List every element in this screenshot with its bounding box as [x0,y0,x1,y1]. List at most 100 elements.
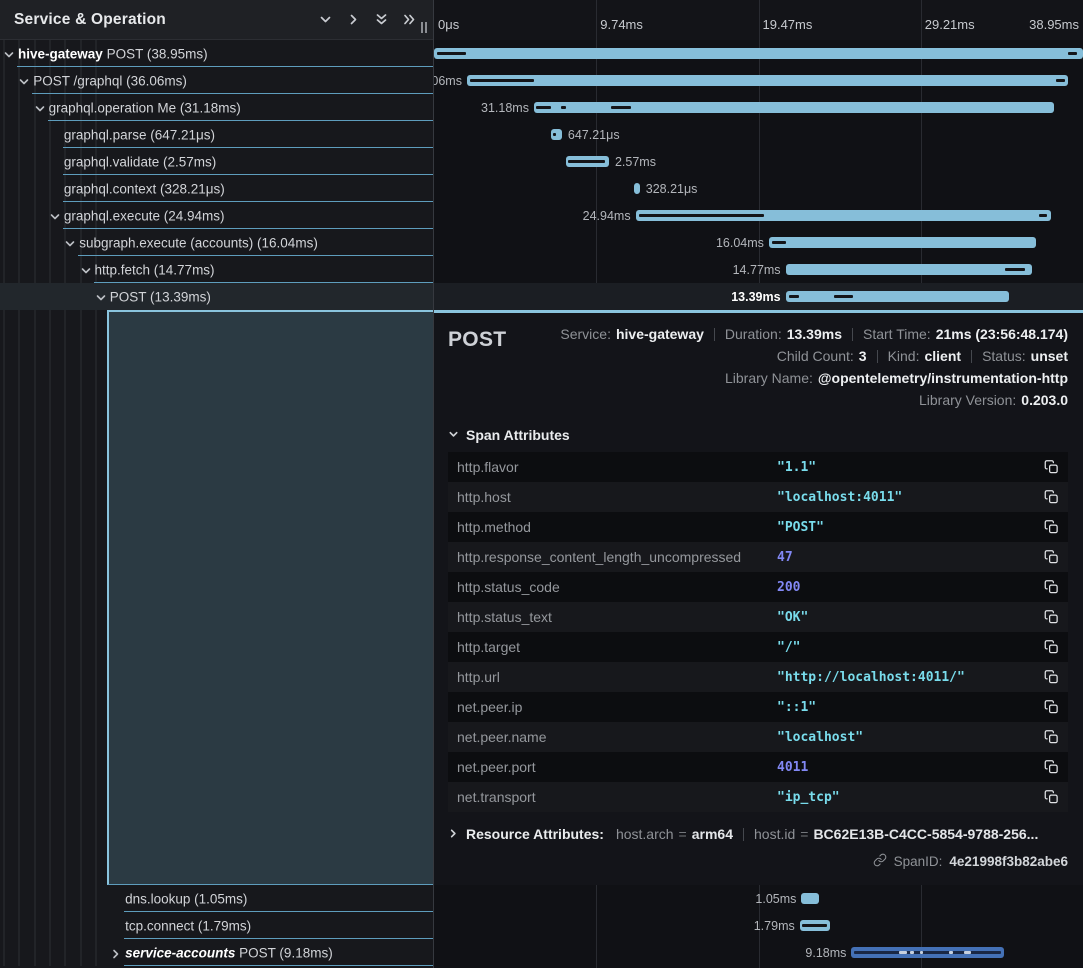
copy-icon[interactable] [1044,579,1059,595]
span-row-name[interactable]: graphql.operation Me (31.18ms) [0,94,433,121]
span-duration-bar[interactable] [800,920,830,931]
span-row-waterfall[interactable]: 31.18ms [434,94,1083,121]
copy-icon[interactable] [1044,609,1059,625]
span-duration-bar[interactable] [801,893,818,904]
resource-attributes-row[interactable]: Resource Attributes: host.arch=arm64host… [448,826,1068,842]
collapse-chevron-icon[interactable] [95,291,107,303]
span-row-label: http.fetch (14.77ms) [95,262,215,277]
span-row-label: graphql.operation Me (31.18ms) [49,100,241,115]
span-duration-bar[interactable] [636,210,1052,221]
span-row-name[interactable]: service-accounts POST (9.18ms) [0,939,433,966]
meta-label: Child Count: [777,345,854,367]
self-time-mark [568,160,605,163]
copy-icon[interactable] [1044,459,1059,475]
attribute-row: net.transport"ip_tcp" [448,782,1068,812]
span-row-name[interactable]: hive-gateway POST (38.95ms) [0,40,433,67]
attribute-row: http.response_content_length_uncompresse… [448,542,1068,572]
span-row-label: tcp.connect (1.79ms) [125,918,251,933]
chevron-down-icon[interactable] [318,12,333,27]
copy-icon[interactable] [1044,519,1059,535]
span-duration-bar[interactable] [769,237,1036,248]
attribute-key: net.transport [457,789,777,805]
meta-value: hive-gateway [616,323,704,345]
service-name: hive-gateway [18,46,103,61]
copy-icon[interactable] [1044,699,1059,715]
span-row-name[interactable]: POST (13.39ms) [0,283,433,310]
copy-icon[interactable] [1044,549,1059,565]
column-resize-handle[interactable] [421,22,427,33]
service-name: service-accounts [125,945,235,960]
chevron-right-icon [448,826,459,842]
span-duration-bar[interactable] [786,264,1032,275]
expand-chevron-icon[interactable] [110,947,122,959]
attribute-value: "1.1" [777,460,816,475]
self-time-mark [802,924,827,927]
collapse-chevron-icon[interactable] [64,237,76,249]
span-detail-meta: Service:hive-gatewayDuration:13.39msStar… [560,323,1068,411]
span-id-label: SpanID: [894,854,943,869]
attribute-row: http.url"http://localhost:4011/" [448,662,1068,692]
span-row-waterfall[interactable]: 13.39ms [434,283,1083,310]
span-duration-bar[interactable] [634,183,639,194]
span-row-waterfall[interactable]: 14.77ms [434,256,1083,283]
copy-icon[interactable] [1044,669,1059,685]
meta-value: 3 [859,345,867,367]
span-duration-bar[interactable] [566,156,609,167]
meta-label: Service: [560,323,611,345]
meta-label: Duration: [725,323,782,345]
collapse-chevron-icon[interactable] [3,48,15,60]
span-duration-bar[interactable] [534,102,1054,113]
span-row-name[interactable]: POST /graphql (36.06ms) [0,67,433,94]
span-row-waterfall[interactable]: 9.18ms [434,939,1083,966]
span-row-waterfall[interactable]: 38.95ms [434,40,1083,67]
span-row-waterfall[interactable]: 24.94ms [434,202,1083,229]
span-duration-bar[interactable] [551,129,562,140]
span-row-name[interactable]: graphql.parse (647.21μs) [0,121,433,148]
span-duration-bar[interactable] [467,75,1068,86]
chevrons-down-icon[interactable] [374,12,389,27]
copy-icon[interactable] [1044,759,1059,775]
row-underline [124,965,433,966]
span-row-waterfall[interactable]: 2.57ms [434,148,1083,175]
span-row-waterfall[interactable]: 647.21μs [434,121,1083,148]
span-row-name[interactable]: graphql.validate (2.57ms) [0,148,433,175]
column-divider[interactable] [433,0,434,968]
self-time-mark [1039,214,1047,217]
bar-duration-label: 36.06ms [434,74,462,88]
span-attributes-toggle[interactable]: Span Attributes [448,427,1068,443]
meta-value: @opentelemetry/instrumentation-http [818,367,1068,389]
span-row-name[interactable]: subgraph.execute (accounts) (16.04ms) [0,229,433,256]
resource-attributes-preview: host.arch=arm64host.id=BC62E13B-C4CC-585… [616,826,1038,842]
attribute-row: http.status_code200 [448,572,1068,602]
span-duration-bar[interactable] [434,48,1083,59]
span-row-waterfall[interactable]: 16.04ms [434,229,1083,256]
collapse-chevron-icon[interactable] [18,75,30,87]
collapse-chevron-icon[interactable] [34,102,46,114]
span-row-name[interactable]: tcp.connect (1.79ms) [0,912,433,939]
link-icon[interactable] [873,853,887,870]
span-row-waterfall[interactable]: 36.06ms [434,67,1083,94]
attribute-key: http.host [457,489,777,505]
span-row-waterfall[interactable]: 1.79ms [434,912,1083,939]
copy-icon[interactable] [1044,489,1059,505]
chevrons-right-icon[interactable] [402,12,417,27]
span-duration-bar[interactable] [786,291,1009,302]
collapse-chevron-icon[interactable] [80,264,92,276]
span-row-waterfall[interactable]: 328.21μs [434,175,1083,202]
span-row-name[interactable]: dns.lookup (1.05ms) [0,885,433,912]
copy-icon[interactable] [1044,729,1059,745]
copy-icon[interactable] [1044,789,1059,805]
copy-icon[interactable] [1044,639,1059,655]
chevron-right-icon[interactable] [346,12,361,27]
span-row-waterfall[interactable]: 1.05ms [434,885,1083,912]
span-duration-bar[interactable] [851,947,1004,958]
span-row-name[interactable]: graphql.execute (24.94ms) [0,202,433,229]
span-row-name[interactable]: http.fetch (14.77ms) [0,256,433,283]
collapse-chevron-icon[interactable] [49,210,61,222]
self-time-mark [611,106,631,109]
span-row-label: graphql.execute (24.94ms) [64,208,225,223]
span-row-name[interactable]: graphql.context (328.21μs) [0,175,433,202]
span-id-value: 4e21998f3b82abe6 [949,854,1068,869]
child-time-mark [949,951,953,954]
name-column-header: Service & Operation [0,0,433,40]
